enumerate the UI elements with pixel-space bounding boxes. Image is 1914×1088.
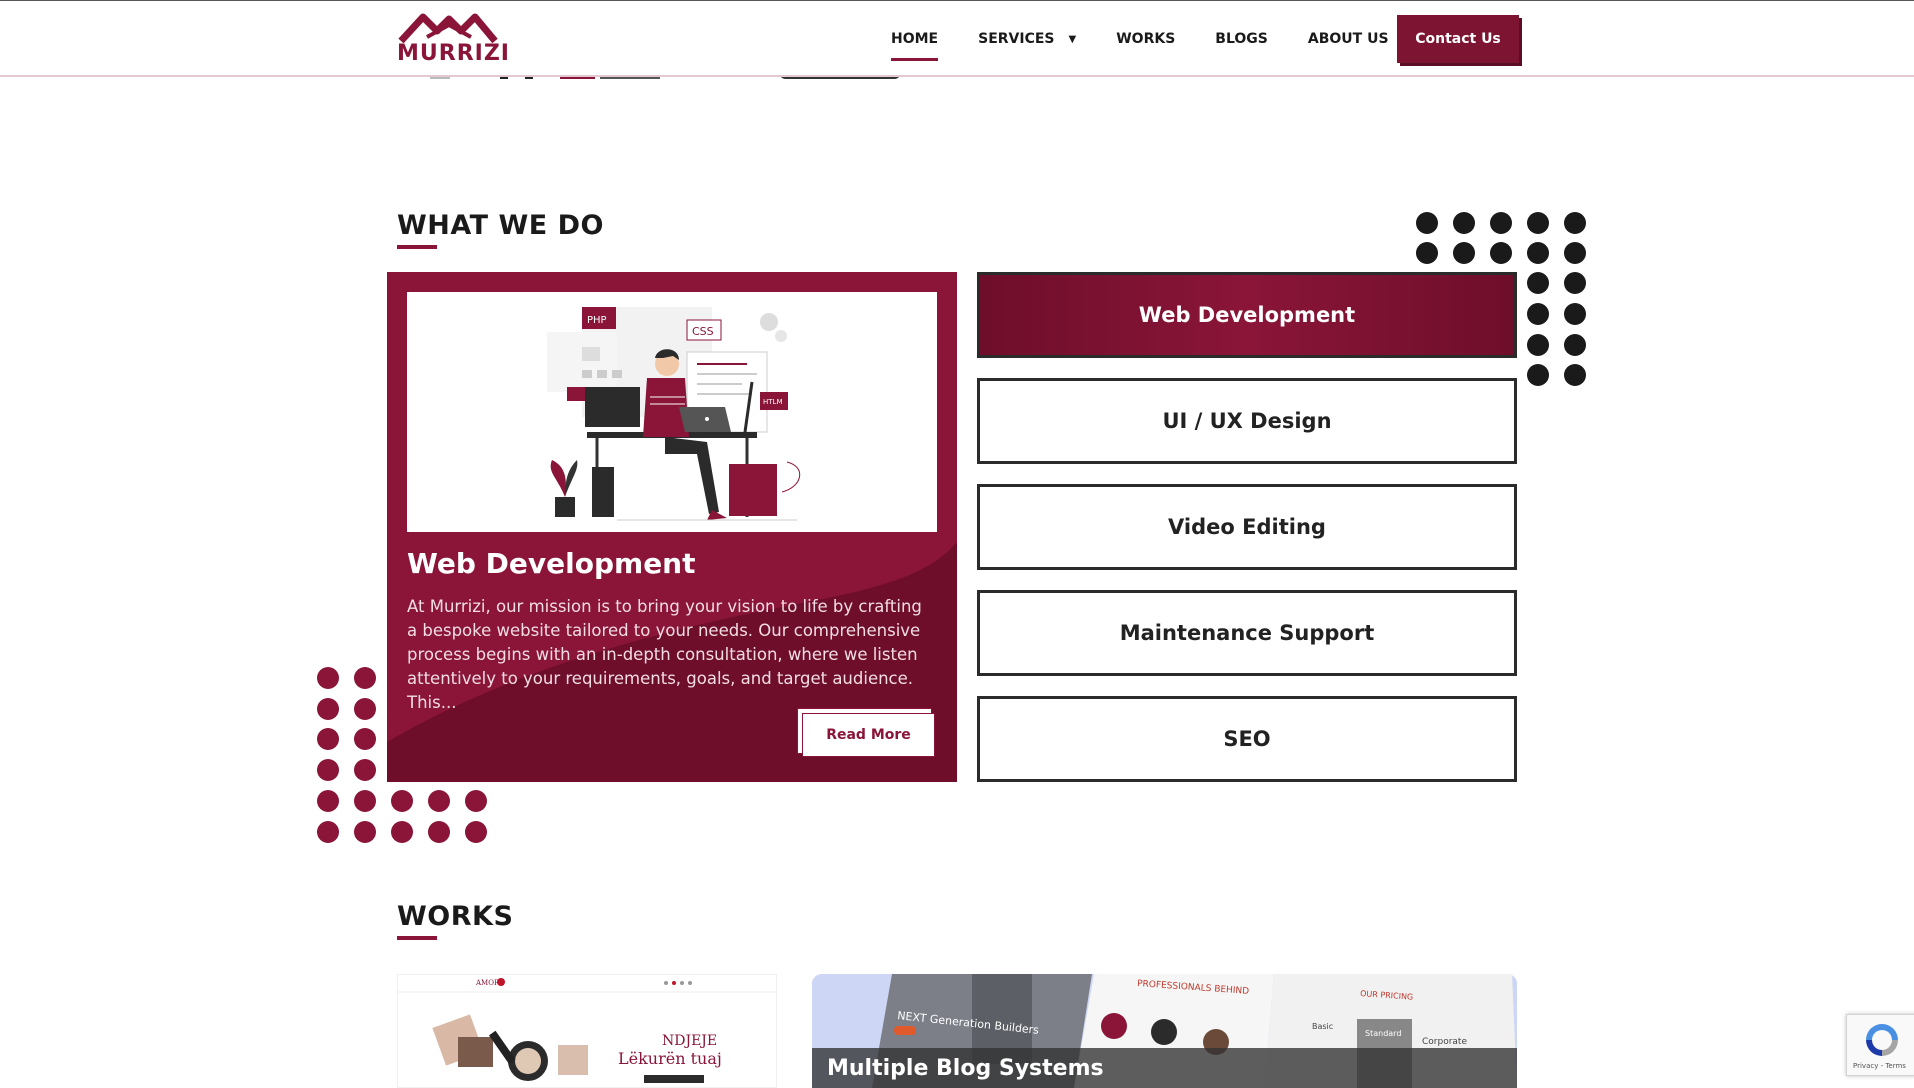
card-title: Web Development: [407, 547, 696, 580]
recaptcha-icon: [1866, 1024, 1898, 1056]
logo-text: MURRIZI: [397, 41, 510, 66]
recaptcha-footer-text[interactable]: Privacy - Terms: [1853, 1062, 1906, 1070]
nav-works-label: WORKS: [1116, 31, 1176, 47]
heading-underline: [397, 936, 437, 940]
nav-services[interactable]: SERVICES ▼: [978, 31, 1076, 47]
developer-at-desk-icon: PHP CSS HTLM: [547, 307, 800, 521]
nav-services-label: SERVICES: [978, 31, 1055, 47]
plan-corporate-text: Corporate: [1422, 1037, 1467, 1047]
html-tag-text: HTLM: [763, 398, 782, 406]
plan-standard-text: Standard: [1365, 1029, 1401, 1038]
nav-home-label: HOME: [891, 31, 939, 47]
tab-seo[interactable]: SEO: [977, 696, 1517, 782]
what-we-do-title-text: WHAT WE DO: [397, 210, 604, 241]
logo-mountain-icon: [398, 13, 498, 43]
php-tag-text: PHP: [587, 315, 607, 326]
read-more-button[interactable]: Read More: [802, 713, 935, 757]
plan-basic-text: Basic: [1312, 1022, 1333, 1031]
tab-ui-ux-design[interactable]: UI / UX Design: [977, 378, 1517, 464]
work-item-blog-systems[interactable]: NEXT Generation Builders PROFESSIONALS B…: [812, 974, 1517, 1088]
amore-headline-2: Lëkurën tuaj: [618, 1049, 722, 1068]
site-header: MURRIZI HOME SERVICES ▼ WORKS BLOGS ABOUT…: [0, 1, 1914, 77]
nav-works[interactable]: WORKS: [1116, 31, 1175, 47]
work-title: Multiple Blog Systems: [827, 1056, 1104, 1081]
contact-us-button[interactable]: Contact Us: [1397, 15, 1519, 63]
nav-about-us[interactable]: ABOUT US: [1308, 31, 1389, 47]
heading-underline: [397, 245, 437, 249]
murrizi-logo[interactable]: MURRIZI: [397, 11, 509, 69]
works-title-text: WORKS: [397, 901, 514, 932]
tab-maintenance-support[interactable]: Maintenance Support: [977, 590, 1517, 676]
web-development-illustration: PHP CSS HTLM: [407, 292, 937, 532]
nav-home[interactable]: HOME: [891, 31, 939, 61]
card-description: At Murrizi, our mission is to bring your…: [407, 597, 922, 712]
tab-web-development[interactable]: Web Development: [977, 272, 1517, 358]
works-heading: WORKS: [397, 901, 514, 940]
what-we-do-heading: WHAT WE DO: [397, 210, 604, 249]
css-tag-text: CSS: [692, 325, 714, 338]
recaptcha-badge[interactable]: Privacy - Terms: [1846, 1014, 1914, 1076]
amore-headline-1: NDJEJE: [662, 1033, 717, 1049]
nav-about-label: ABOUT US: [1307, 31, 1389, 47]
caret-down-icon: ▼: [1068, 33, 1077, 45]
tab-video-editing[interactable]: Video Editing: [977, 484, 1517, 570]
service-detail-card: PHP CSS HTLM Web Development At Murrizi,…: [387, 272, 957, 782]
nav-blogs-label: BLOGS: [1215, 31, 1268, 47]
amore-website-thumbnail: AMORE NDJEJE Lëkurën tuaj: [398, 978, 776, 1083]
main-nav: HOME SERVICES ▼ WORKS BLOGS ABOUT US: [891, 1, 1429, 77]
nav-blogs[interactable]: BLOGS: [1215, 31, 1268, 47]
work-item-amore[interactable]: AMORE NDJEJE Lëkurën tuaj: [397, 974, 777, 1088]
